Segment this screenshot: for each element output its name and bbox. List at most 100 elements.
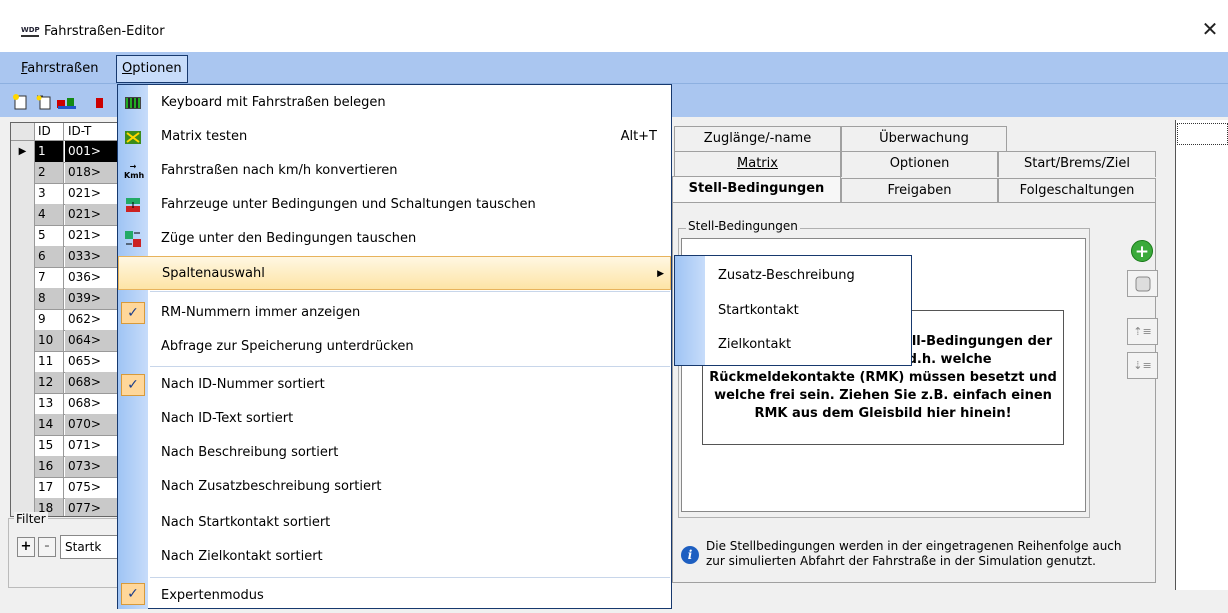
cell-id: 7 [35,267,64,288]
row-selector[interactable] [11,456,35,477]
table-row[interactable]: 2 018> [11,162,122,184]
table-row[interactable]: 6 033> [11,246,122,268]
train-swap-icon [124,230,142,248]
row-selector[interactable] [11,351,35,372]
copy-route-icon[interactable] [35,94,52,111]
row-selector[interactable] [11,225,35,246]
cell-idtext: 062> [68,312,101,326]
row-selector[interactable] [11,246,35,267]
menu-item-sort-id[interactable]: ✓ Nach ID-Nummer sortiert [118,368,671,402]
table-row[interactable]: 7 036> [11,267,122,289]
table-row[interactable]: 10 064> [11,330,122,352]
submenu-item-zusatz[interactable]: Zusatz-Beschreibung [718,259,855,293]
menu-label-rest: ptionen [132,61,182,76]
menu-fahrstrassen[interactable]: Fahrstraßen [16,55,103,82]
side-panel-field[interactable] [1177,123,1228,145]
kmh-icon: → Kmh [124,162,145,180]
menu-item-spaltenauswahl[interactable]: Spaltenauswahl ▶ [118,256,671,290]
menu-item-sort-idtext[interactable]: Nach ID-Text sortiert [118,402,671,436]
table-row[interactable]: ▶ 1 001> [11,141,122,163]
cell-id: 4 [35,204,64,225]
row-selector[interactable] [11,204,35,225]
tab-matrix[interactable]: Matrix [674,151,841,177]
side-panel [1175,120,1228,590]
move-down-button[interactable]: ⇣≡ [1127,352,1158,379]
row-selector[interactable] [11,477,35,498]
remove-condition-button[interactable] [1127,270,1158,297]
tab-start-brems-ziel[interactable]: Start/Brems/Ziel [998,151,1156,177]
filter-remove-button[interactable]: - [38,537,56,557]
row-selector[interactable] [11,162,35,183]
menu-item-sort-ziel[interactable]: Nach Zielkontakt sortiert [118,540,671,574]
table-row[interactable]: 9 062> [11,309,122,331]
table-row[interactable]: 12 068> [11,372,122,394]
route-delete-icon[interactable] [96,94,104,111]
row-selector-header [11,123,35,140]
app-logo-icon: WDP [21,24,40,37]
table-row[interactable]: 14 070> [11,414,122,436]
row-selector[interactable] [11,414,35,435]
filter-add-button[interactable]: + [17,537,35,557]
table-row[interactable]: 4 021> [11,204,122,226]
menu-item-kmh[interactable]: → Kmh Fahrstraßen nach km/h konvertieren [118,154,671,188]
table-row[interactable]: 3 021> [11,183,122,205]
close-icon[interactable]: ✕ [1197,16,1223,42]
tab-optionen[interactable]: Optionen [841,151,998,177]
info-icon: i [681,546,699,564]
cell-id: 2 [35,162,64,183]
filter-combo[interactable]: Startk [60,535,120,559]
tab-ueberwachung[interactable]: Überwachung [841,126,1007,152]
menu-item-keyboard[interactable]: Keyboard mit Fahrstraßen belegen [118,86,671,120]
move-up-button[interactable]: ⇡≡ [1127,318,1158,345]
column-header-idtext[interactable]: ID-T [65,123,122,140]
menu-item-train-swap[interactable]: Züge unter den Bedingungen tauschen [118,222,671,256]
menu-item-sort-beschreibung[interactable]: Nach Beschreibung sortiert [118,436,671,470]
submenu-icon-strip [675,256,705,365]
tab-freigaben[interactable]: Freigaben [841,178,998,204]
menu-item-sort-zusatz[interactable]: Nach Zusatzbeschreibung sortiert [118,470,671,504]
menu-item-matrix-test[interactable]: Matrix testen Alt+T [118,120,671,154]
table-row[interactable]: 13 068> [11,393,122,415]
submenu-item-startkontakt[interactable]: Startkontakt [718,294,799,328]
row-selector[interactable] [11,309,35,330]
menu-item-sort-start[interactable]: Nach Startkontakt sortiert [118,506,671,540]
cell-idtext: 068> [65,372,122,393]
keyboard-icon [124,94,142,112]
row-selector[interactable]: ▶ [11,141,35,162]
row-selector[interactable] [11,330,35,351]
row-selector[interactable] [11,393,35,414]
table-row[interactable]: 17 075> [11,477,122,499]
tab-stell-bedingungen[interactable]: Stell-Bedingungen [672,176,841,203]
column-header-id[interactable]: ID [35,123,64,140]
menu-item-label: Fahrstraßen nach km/h konvertieren [161,163,398,178]
menu-item-vehicle-swap[interactable]: Fahrzeuge unter Bedingungen und Schaltun… [118,188,671,222]
tab-folgeschaltungen[interactable]: Folgeschaltungen [998,178,1156,204]
row-selector[interactable] [11,267,35,288]
table-row[interactable]: 8 039> [11,288,122,310]
submenu-item-zielkontakt[interactable]: Zielkontakt [718,328,791,362]
checkmark-icon: ✓ [121,302,145,324]
table-row[interactable]: 16 073> [11,456,122,478]
menu-item-expertenmodus[interactable]: ✓ Expertenmodus [118,579,671,609]
tab-zuglaenge[interactable]: Zuglänge/-name [674,126,841,152]
new-route-icon[interactable] [12,94,29,111]
table-row[interactable]: 5 021> [11,225,122,247]
cell-idtext: 064> [65,330,122,351]
stell-group-label: Stell-Bedingungen [686,219,800,233]
menu-item-abfrage[interactable]: Abfrage zur Speicherung unterdrücken [118,330,671,364]
menu-optionen[interactable]: Optionen [116,55,188,83]
tab-matrix-label: Matrix [737,156,778,171]
table-row[interactable]: 11 065> [11,351,122,373]
row-selector[interactable] [11,183,35,204]
add-condition-button[interactable]: + [1131,240,1153,262]
menu-item-rm-nummern[interactable]: ✓ RM-Nummern immer anzeigen [118,296,671,330]
cell-idtext: 001> [65,141,122,162]
row-selector[interactable] [11,435,35,456]
cell-idtext: 075> [68,480,101,494]
route-color-icon[interactable] [56,94,76,111]
table-row[interactable]: 15 071> [11,435,122,457]
row-selector[interactable] [11,372,35,393]
row-selector[interactable] [11,288,35,309]
menu-item-label: Züge unter den Bedingungen tauschen [161,231,417,246]
cell-idtext: 039> [65,288,122,309]
